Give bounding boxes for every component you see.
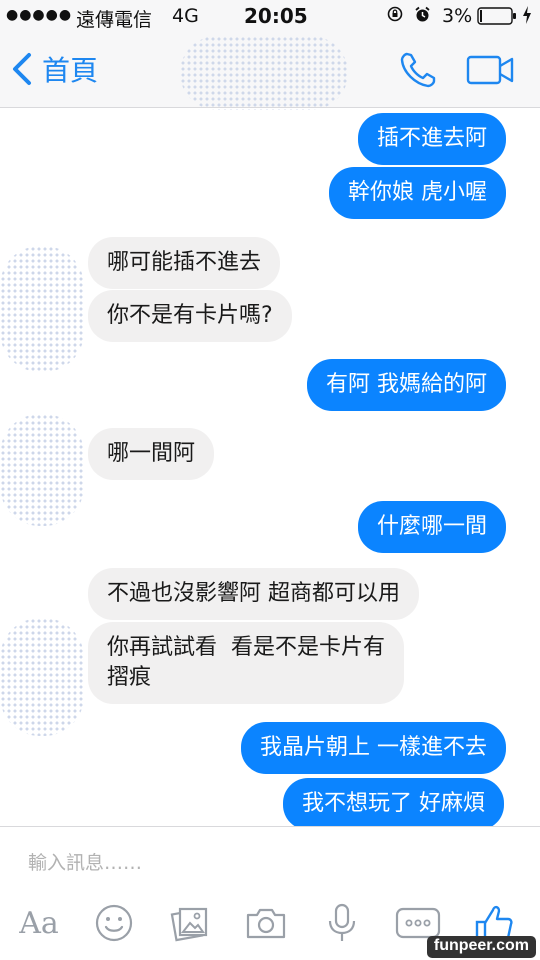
incoming-message[interactable]: 哪一間阿 [88, 428, 215, 480]
blurred-avatar [0, 618, 84, 736]
blurred-contact-name [180, 36, 348, 110]
battery-percent: 3% [442, 5, 473, 27]
incoming-message[interactable]: 你不是有卡片嗎? [88, 290, 292, 342]
camera-button[interactable] [243, 901, 289, 945]
charging-icon [523, 6, 531, 24]
chevron-left-icon [13, 53, 31, 85]
battery-icon [477, 7, 516, 25]
more-options-icon [395, 907, 441, 939]
camera-icon [246, 908, 286, 939]
text-format-icon[interactable]: Aa [16, 901, 62, 945]
rotation-lock-icon [387, 6, 403, 22]
video-call-icon[interactable] [466, 54, 516, 86]
incoming-message[interactable]: 哪可能插不進去 [88, 237, 281, 289]
status-time: 20:05 [244, 4, 308, 28]
outgoing-message[interactable]: 插不進去阿 [357, 113, 506, 165]
outgoing-message[interactable]: 我晶片朝上 一樣進不去 [241, 722, 506, 774]
outgoing-message[interactable]: 我不想玩了 好麻煩 [283, 778, 504, 826]
messenger-screen: ●●●●● 遠傳電信 4G 20:05 3% 首頁 插不進去阿 幹你娘 虎小喔 … [0, 0, 540, 960]
photo-gallery-icon [170, 907, 208, 942]
outgoing-message[interactable]: 什麼哪一間 [357, 501, 506, 553]
voice-record-button[interactable] [322, 901, 362, 945]
message-input[interactable] [28, 845, 508, 881]
network-type: 4G [172, 5, 199, 27]
message-composer: Aa [0, 826, 540, 960]
incoming-message[interactable]: 不過也沒影響阿 超商都可以用 [88, 568, 419, 620]
photo-gallery-button[interactable] [168, 901, 212, 945]
blurred-avatar [0, 246, 84, 372]
back-button[interactable]: 首頁 [10, 46, 98, 92]
microphone-icon [328, 903, 356, 941]
phone-call-icon[interactable] [398, 50, 442, 90]
status-bar: ●●●●● 遠傳電信 4G 20:05 3% [0, 0, 540, 32]
message-thread[interactable]: 插不進去阿 幹你娘 虎小喔 哪可能插不進去 你不是有卡片嗎? 有阿 我媽給的阿 … [0, 108, 540, 826]
conversation-header: 首頁 [0, 32, 540, 110]
carrier-name: 遠傳電信 [76, 9, 153, 31]
incoming-message[interactable]: 你再試試看 看是不是卡片有 摺痕 [88, 622, 404, 704]
emoji-icon [95, 904, 133, 942]
outgoing-message[interactable]: 有阿 我媽給的阿 [307, 359, 506, 411]
emoji-button[interactable] [92, 901, 136, 945]
blurred-avatar [0, 414, 84, 526]
watermark: funpeer.com [426, 936, 536, 958]
signal-strength: ●●●●● [6, 7, 73, 23]
alarm-icon [415, 6, 430, 22]
outgoing-message[interactable]: 幹你娘 虎小喔 [329, 167, 506, 219]
back-label: 首頁 [42, 54, 99, 87]
